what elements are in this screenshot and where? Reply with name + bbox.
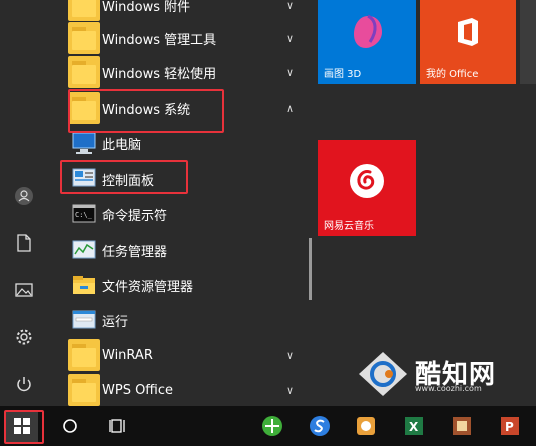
power-icon[interactable] — [8, 368, 40, 400]
tile-paint-3d[interactable]: 画图 3D — [318, 0, 416, 84]
tile-my-office[interactable]: 我的 Office — [420, 0, 516, 84]
tiles-area: 画图 3D 我的 Office 网易云音乐 — [312, 0, 536, 406]
list-item-label: 文件资源管理器 — [102, 279, 194, 295]
highlight-windows-system — [68, 89, 224, 133]
watermark-logo-icon — [359, 352, 407, 396]
chevron-down-icon: ∨ — [285, 31, 294, 45]
pictures-icon[interactable] — [8, 274, 40, 306]
list-item[interactable]: WPS Office ∨ — [48, 371, 310, 406]
list-item[interactable]: 任务管理器 — [48, 231, 310, 269]
tile-label: 画图 3D — [324, 69, 362, 80]
paint-3d-icon — [354, 14, 382, 48]
list-item[interactable]: Windows 管理工具 ∨ — [48, 19, 310, 57]
folder-icon — [68, 0, 100, 21]
office-icon — [458, 18, 478, 46]
sogou-browser-icon[interactable] — [304, 410, 336, 442]
netease-music-icon — [350, 164, 384, 198]
file-explorer-icon — [70, 271, 98, 299]
svg-text:X: X — [409, 420, 419, 434]
folder-icon — [68, 56, 100, 88]
folder-icon — [68, 339, 100, 371]
excel-icon[interactable]: X — [398, 410, 430, 442]
task-manager-icon — [70, 236, 98, 264]
highlight-start-button — [4, 410, 44, 444]
user-icon[interactable] — [8, 180, 40, 212]
document-icon[interactable] — [8, 227, 40, 259]
list-item[interactable]: Windows 轻松使用 ∨ — [48, 53, 310, 91]
list-item[interactable]: WinRAR ∨ — [48, 336, 310, 374]
chevron-down-icon: ∨ — [285, 0, 294, 12]
cortana-icon[interactable] — [54, 410, 86, 442]
tile-netease-music[interactable]: 网易云音乐 — [318, 140, 416, 236]
list-item-label: Windows 轻松使用 — [102, 66, 217, 82]
list-item-label: 运行 — [102, 314, 129, 330]
tile-partial[interactable] — [520, 0, 536, 84]
list-item[interactable]: 运行 — [48, 301, 310, 339]
chevron-up-icon: ∧ — [285, 101, 294, 115]
list-item-label: WPS Office — [102, 382, 174, 398]
list-item[interactable]: C:\_ 命令提示符 — [48, 195, 310, 233]
app-icon-brown[interactable] — [446, 410, 478, 442]
folder-icon — [68, 374, 100, 406]
svg-text:C:\_: C:\_ — [75, 211, 93, 219]
watermark-url: www.coozhi.com — [415, 384, 482, 393]
settings-icon[interactable] — [8, 321, 40, 353]
list-item-label: 此电脑 — [102, 137, 142, 153]
list-item-label: 命令提示符 — [102, 208, 168, 224]
watermark: 酷知网 www.coozhi.com — [355, 348, 515, 400]
taskbar: X P — [0, 406, 536, 446]
chevron-down-icon: ∨ — [285, 348, 294, 362]
highlight-control-panel — [60, 160, 188, 194]
list-item-label: WinRAR — [102, 347, 153, 363]
task-view-icon[interactable] — [102, 410, 134, 442]
run-icon — [70, 306, 98, 334]
chevron-down-icon: ∨ — [285, 65, 294, 79]
folder-icon — [68, 22, 100, 54]
list-item-label: Windows 附件 — [102, 0, 191, 15]
svg-text:P: P — [505, 420, 514, 434]
start-rail — [0, 0, 48, 406]
command-prompt-icon: C:\_ — [70, 200, 98, 228]
app-icon-orange[interactable] — [350, 410, 382, 442]
this-pc-icon — [70, 129, 98, 157]
tile-label: 网易云音乐 — [324, 221, 374, 232]
list-item-label: 任务管理器 — [102, 244, 168, 260]
app-icon-green[interactable] — [256, 410, 288, 442]
app-list: Windows 附件 ∨ Windows 管理工具 ∨ Windows 轻松使用… — [48, 0, 310, 406]
tile-label: 我的 Office — [426, 69, 479, 80]
powerpoint-icon[interactable]: P — [494, 410, 526, 442]
list-item[interactable]: 文件资源管理器 — [48, 266, 310, 304]
chevron-down-icon: ∨ — [285, 383, 294, 397]
list-item-label: Windows 管理工具 — [102, 32, 217, 48]
